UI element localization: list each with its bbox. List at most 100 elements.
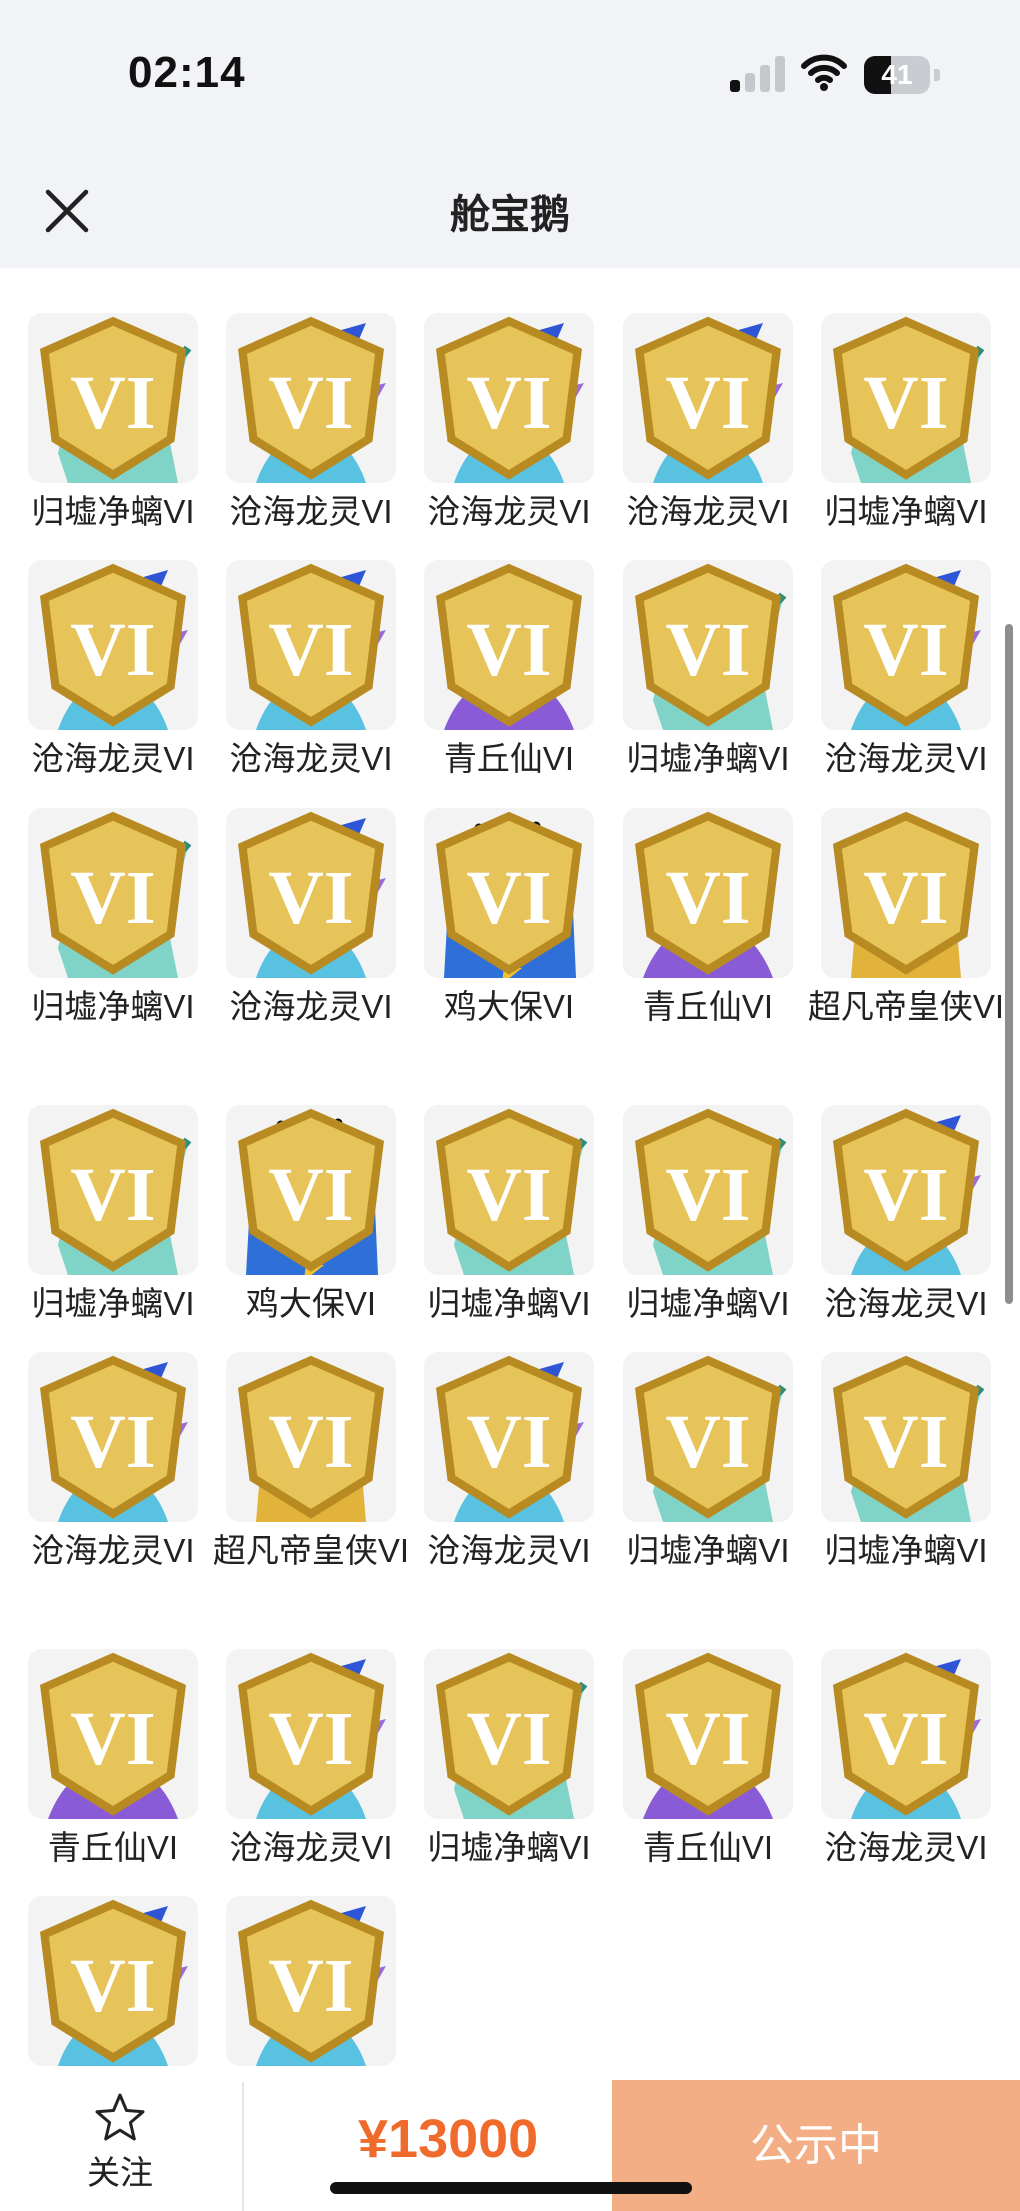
svg-text:VI: VI — [863, 607, 948, 692]
svg-text:VI: VI — [70, 1399, 155, 1484]
skin-thumbnail: VI — [424, 808, 594, 978]
svg-text:VI: VI — [70, 607, 155, 692]
home-indicator — [330, 2182, 692, 2194]
skin-item[interactable]: VI 归墟净螭VI — [28, 313, 200, 537]
skin-thumbnail: VI — [424, 1649, 594, 1819]
skin-item[interactable]: VI — [226, 1896, 398, 2070]
svg-text:VI: VI — [268, 855, 353, 940]
follow-button[interactable]: 关注 — [60, 2092, 180, 2202]
skin-thumbnail: VI — [226, 1352, 396, 1522]
svg-text:VI: VI — [665, 607, 750, 692]
skin-item[interactable]: VI 归墟净螭VI — [424, 1649, 596, 1873]
vi-badge-icon: VI — [39, 1899, 187, 2063]
skin-thumbnail: VI — [623, 560, 793, 730]
skin-item[interactable]: VI 归墟净螭VI — [623, 1105, 795, 1329]
vi-badge-icon: VI — [237, 1355, 385, 1519]
skin-item[interactable]: VI 青丘仙VI — [623, 808, 795, 1032]
skin-thumbnail: VI — [424, 313, 594, 483]
skin-item[interactable]: VI 归墟净螭VI — [623, 1352, 795, 1576]
svg-text:VI: VI — [70, 1152, 155, 1237]
skin-item[interactable]: VI 沧海龙灵VI — [226, 560, 398, 784]
vi-badge-icon: VI — [237, 1899, 385, 2063]
svg-text:VI: VI — [863, 1696, 948, 1781]
skin-item[interactable]: VI 沧海龙灵VI — [821, 1649, 993, 1873]
skin-item[interactable]: VI 超凡帝皇侠VI — [213, 1352, 409, 1576]
skin-item[interactable]: VI 青丘仙VI — [424, 560, 596, 784]
vi-badge-icon: VI — [634, 316, 782, 480]
skin-name: 沧海龙灵VI — [824, 1829, 988, 1866]
skin-name: 沧海龙灵VI — [824, 740, 988, 777]
skin-item[interactable]: VI 沧海龙灵VI — [424, 1352, 596, 1576]
vi-badge-icon: VI — [39, 563, 187, 727]
skin-item[interactable]: VI — [28, 1896, 200, 2070]
page-title: 舱宝鹅 — [450, 193, 570, 237]
skin-name: 青丘仙VI — [443, 740, 575, 777]
svg-text:VI: VI — [863, 855, 948, 940]
svg-text:VI: VI — [268, 607, 353, 692]
price: ¥13000 — [358, 2109, 539, 2169]
skin-thumbnail: VI — [226, 1649, 396, 1819]
vi-badge-icon: VI — [832, 1355, 980, 1519]
follow-label: 关注 — [87, 2154, 153, 2191]
skin-name: 归墟净螭VI — [626, 1532, 790, 1569]
svg-text:VI: VI — [466, 1152, 551, 1237]
skin-item[interactable]: VI 鸡大保VI — [226, 1105, 398, 1329]
skin-thumbnail: VI — [821, 1105, 991, 1275]
skin-thumbnail: VI — [821, 808, 991, 978]
skin-item[interactable]: VI 沧海龙灵VI — [226, 313, 398, 537]
skin-item[interactable]: VI 归墟净螭VI — [28, 808, 200, 1032]
skin-item[interactable]: VI 沧海龙灵VI — [424, 313, 596, 537]
skin-item[interactable]: VI 归墟净螭VI — [424, 1105, 596, 1329]
svg-text:VI: VI — [268, 360, 353, 445]
skin-name: 沧海龙灵VI — [229, 740, 393, 777]
svg-text:VI: VI — [466, 855, 551, 940]
skin-item[interactable]: VI 超凡帝皇侠VI — [808, 808, 1004, 1032]
svg-text:VI: VI — [863, 360, 948, 445]
skin-name: 归墟净螭VI — [31, 1285, 195, 1322]
skin-item[interactable]: VI 沧海龙灵VI — [821, 1105, 993, 1329]
skin-item[interactable]: VI 沧海龙灵VI — [226, 1649, 398, 1873]
skin-name: 归墟净螭VI — [824, 1532, 988, 1569]
skin-item[interactable]: VI 沧海龙灵VI — [821, 560, 993, 784]
skin-item[interactable]: VI 鸡大保VI — [424, 808, 596, 1032]
vi-badge-icon: VI — [237, 811, 385, 975]
skin-item[interactable]: VI 归墟净螭VI — [623, 560, 795, 784]
vi-badge-icon: VI — [237, 563, 385, 727]
vi-badge-icon: VI — [435, 316, 583, 480]
skin-name: 鸡大保VI — [443, 988, 575, 1025]
svg-text:VI: VI — [466, 1696, 551, 1781]
vi-badge-icon: VI — [39, 811, 187, 975]
skin-item[interactable]: VI 归墟净螭VI — [821, 313, 993, 537]
scrollbar[interactable] — [1005, 624, 1013, 1304]
skin-name: 沧海龙灵VI — [824, 1285, 988, 1322]
skin-thumbnail: VI — [226, 1896, 396, 2066]
skin-item[interactable]: VI 青丘仙VI — [28, 1649, 200, 1873]
skin-thumbnail: VI — [28, 1105, 198, 1275]
skin-thumbnail: VI — [28, 808, 198, 978]
vi-badge-icon: VI — [832, 1652, 980, 1816]
vi-badge-icon: VI — [237, 1108, 385, 1272]
svg-text:VI: VI — [466, 607, 551, 692]
svg-text:VI: VI — [70, 855, 155, 940]
skin-thumbnail: VI — [424, 1352, 594, 1522]
skin-thumbnail: VI — [821, 313, 991, 483]
skin-item[interactable]: VI 沧海龙灵VI — [28, 1352, 200, 1576]
star-icon — [95, 2093, 145, 2141]
skin-item[interactable]: VI 沧海龙灵VI — [623, 313, 795, 537]
skin-name: 沧海龙灵VI — [229, 493, 393, 530]
skin-item[interactable]: VI 归墟净螭VI — [28, 1105, 200, 1329]
skin-item[interactable]: VI 归墟净螭VI — [821, 1352, 993, 1576]
skin-item[interactable]: VI 沧海龙灵VI — [226, 808, 398, 1032]
skin-name: 沧海龙灵VI — [427, 493, 591, 530]
vi-badge-icon: VI — [435, 1652, 583, 1816]
skin-thumbnail: VI — [226, 808, 396, 978]
vi-badge-icon: VI — [39, 1355, 187, 1519]
vi-badge-icon: VI — [39, 1108, 187, 1272]
svg-text:VI: VI — [70, 1696, 155, 1781]
skin-name: 归墟净螭VI — [824, 493, 988, 530]
skin-grid: VI 归墟净螭VI VI 沧海龙灵VI VI 沧海龙灵VI VI 沧海龙灵VI — [0, 268, 1020, 2080]
skin-item[interactable]: VI 青丘仙VI — [623, 1649, 795, 1873]
cellular-signal-icon — [730, 56, 786, 92]
skin-name: 超凡帝皇侠VI — [212, 1532, 410, 1569]
skin-item[interactable]: VI 沧海龙灵VI — [28, 560, 200, 784]
